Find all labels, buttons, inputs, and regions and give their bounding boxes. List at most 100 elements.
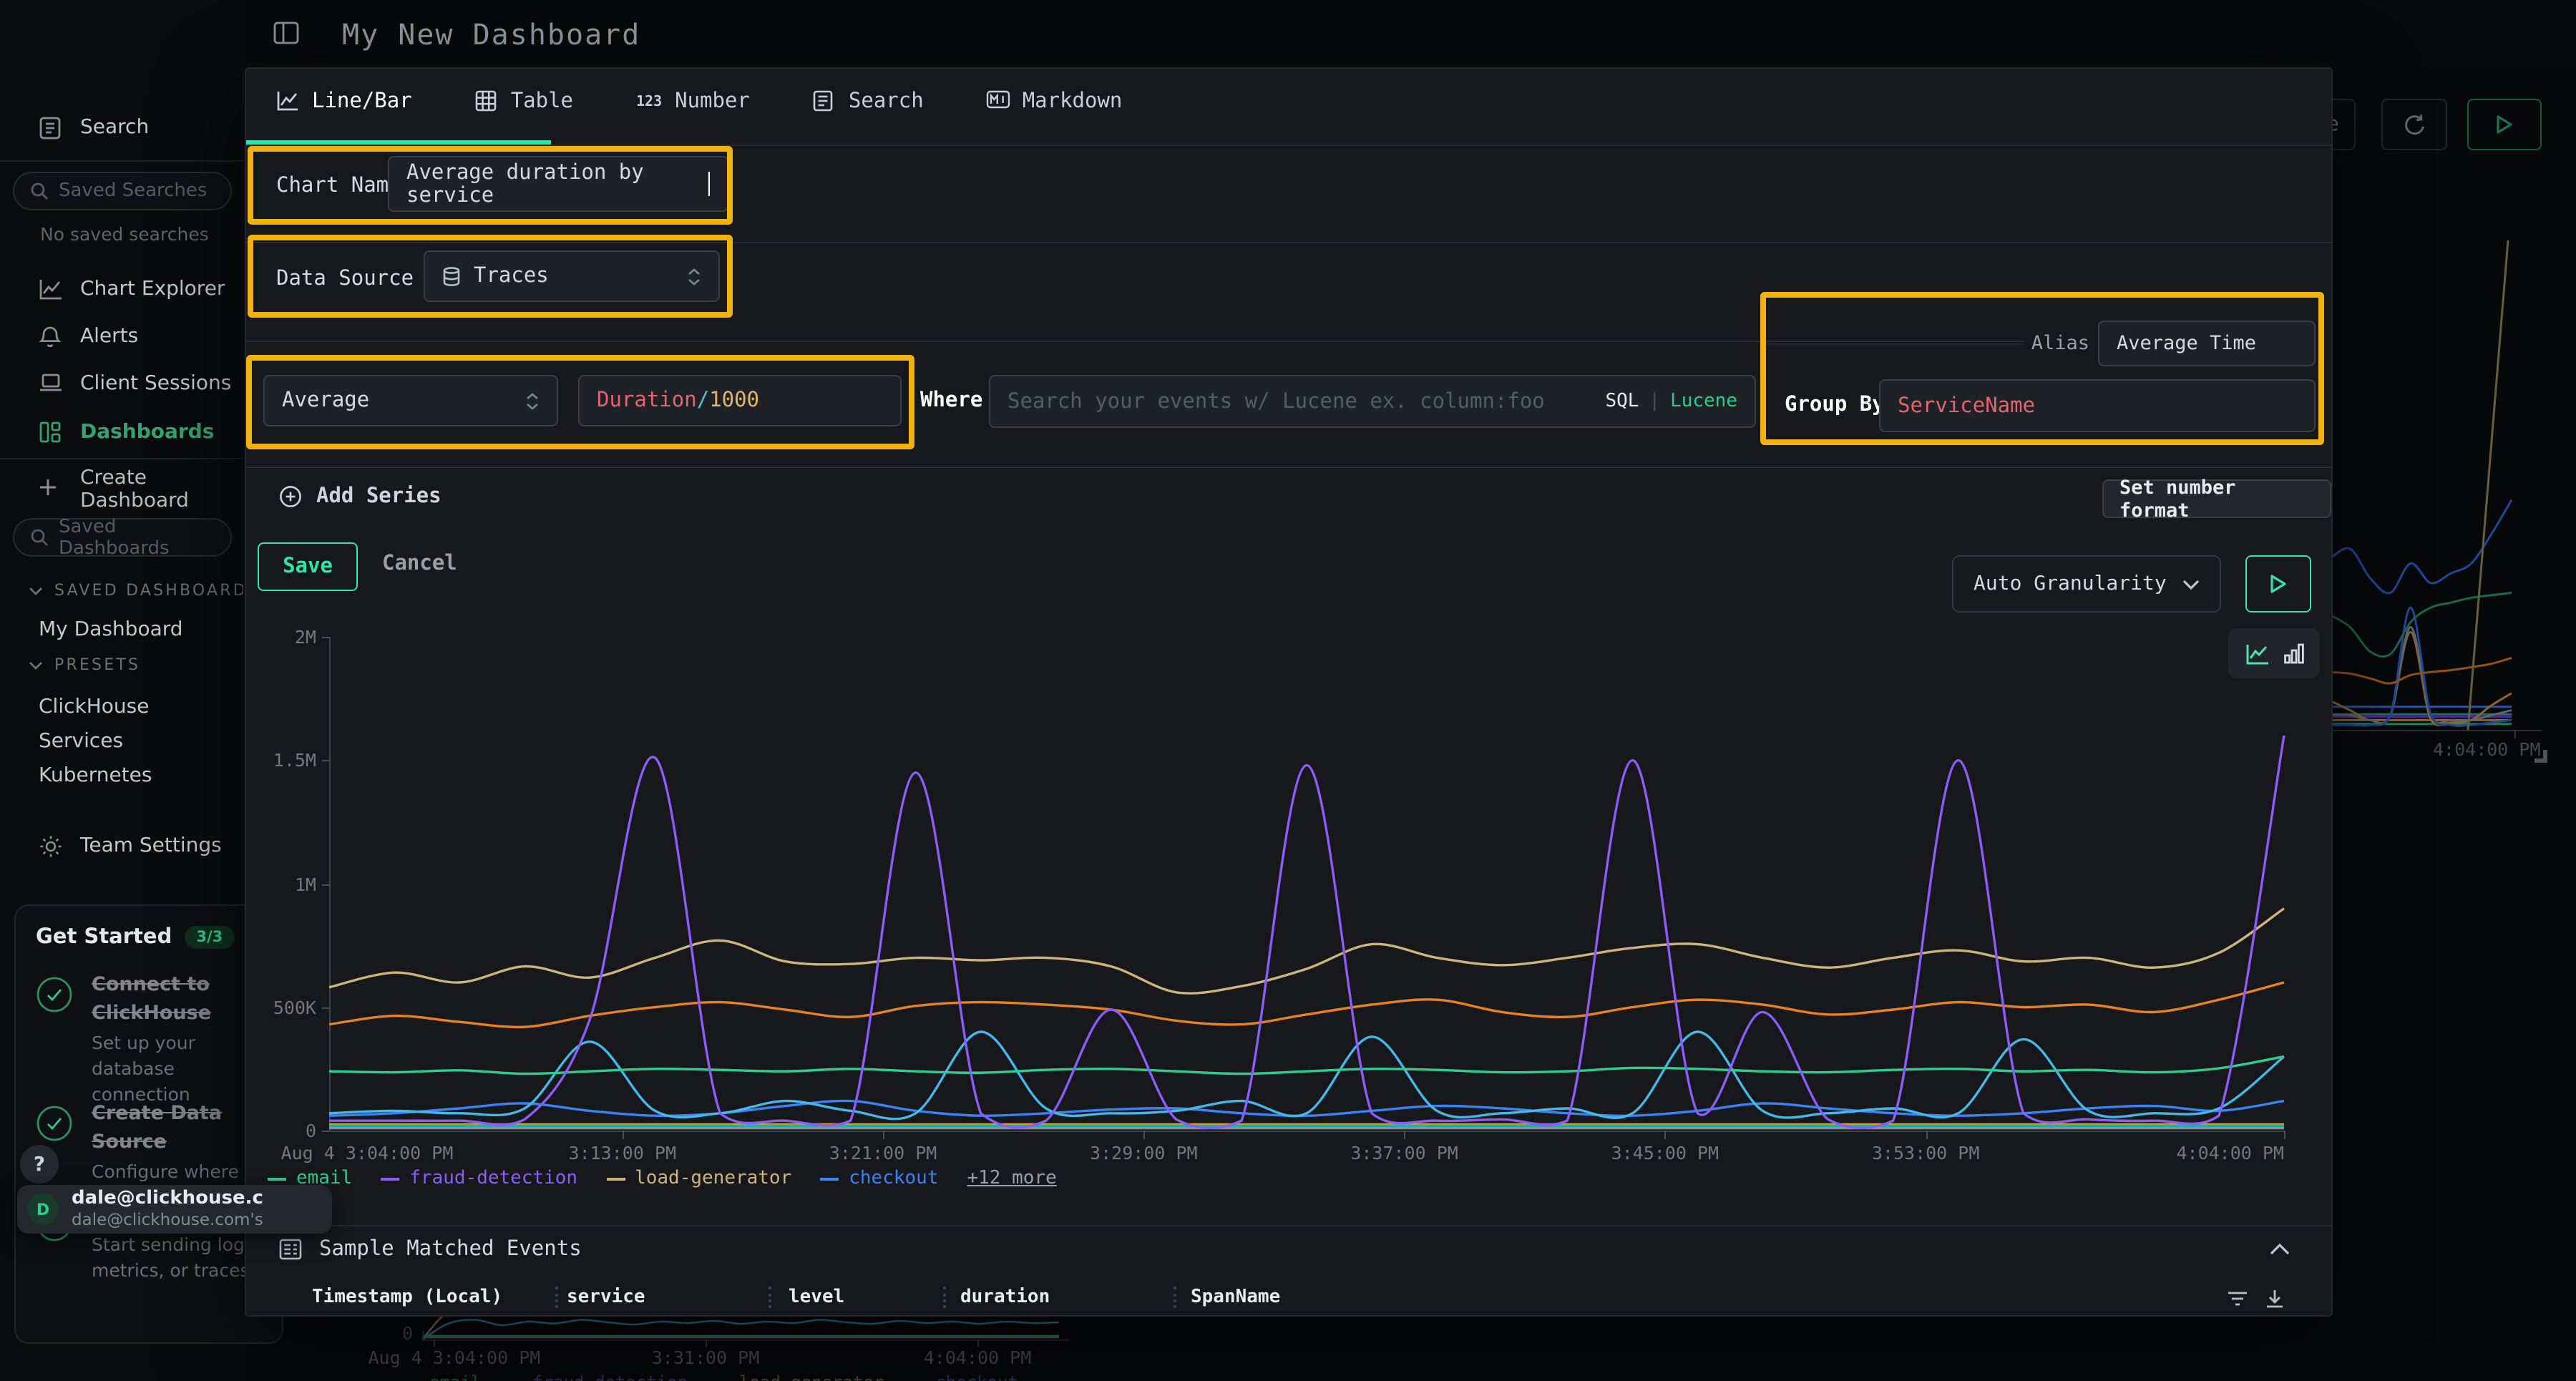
- sidebar-item-client-sessions[interactable]: Client Sessions: [0, 362, 246, 405]
- bg-bottom-x-label: 3:31:00 PM: [652, 1347, 760, 1368]
- sample-matched-events-header[interactable]: Sample Matched Events: [279, 1238, 582, 1261]
- magnifier-icon: [30, 182, 49, 200]
- x-tick-label: 3:37:00 PM: [1350, 1142, 1458, 1163]
- tab-line-bar[interactable]: Line/Bar: [276, 90, 412, 113]
- lucene-mode-toggle[interactable]: Lucene: [1670, 391, 1737, 412]
- saved-searches-input[interactable]: Saved Searches: [13, 172, 232, 210]
- download-icon[interactable]: [2264, 1288, 2285, 1309]
- tab-markdown[interactable]: Markdown: [987, 90, 1123, 113]
- legend-item-load-generator[interactable]: load-generator: [606, 1168, 791, 1189]
- circle-plus-icon: [279, 485, 302, 508]
- laptop-icon: [39, 371, 63, 396]
- run-query-button-background[interactable]: [2467, 99, 2542, 150]
- column-header-duration[interactable]: duration: [960, 1287, 1050, 1308]
- search-doc-icon: [813, 90, 836, 113]
- bg-bottom-x-label: 4:04:00 PM: [924, 1347, 1032, 1368]
- column-header-level[interactable]: level: [789, 1287, 844, 1308]
- legend-more-link[interactable]: +12 more: [967, 1168, 1057, 1189]
- run-chart-button[interactable]: [2245, 555, 2311, 613]
- filter-columns-icon[interactable]: [2227, 1288, 2248, 1309]
- column-header-timestamp[interactable]: Timestamp (Local): [312, 1287, 502, 1308]
- field-formula-input[interactable]: Duration / 1000: [578, 375, 902, 426]
- sidebar-item-my-dashboard[interactable]: My Dashboard: [39, 618, 183, 641]
- plus-icon: [39, 477, 63, 502]
- add-series-button[interactable]: Add Series: [279, 485, 441, 508]
- x-tick-label: 3:45:00 PM: [1611, 1142, 1719, 1163]
- sidebar-item-alerts[interactable]: Alerts: [0, 315, 246, 358]
- main-chart[interactable]: [329, 637, 2284, 1131]
- refresh-button[interactable]: [2381, 99, 2447, 150]
- set-number-format-button[interactable]: Set number format: [2102, 479, 2331, 518]
- search-logs-icon: [39, 115, 63, 140]
- column-header-service[interactable]: service: [567, 1287, 645, 1308]
- check-circle-icon: [36, 1105, 73, 1142]
- chart-legend: email fraud-detection load-generator che…: [268, 1168, 1057, 1189]
- chevron-down-icon: [29, 660, 43, 669]
- sidebar-item-search[interactable]: Search: [0, 106, 246, 149]
- saved-dashboards-input[interactable]: Saved Dashboards: [13, 518, 232, 557]
- table-icon: [475, 90, 498, 113]
- bg-right-x-label: 4:04:00 PM: [2433, 738, 2541, 760]
- sidebar-item-kubernetes[interactable]: Kubernetes: [39, 764, 152, 787]
- data-source-select[interactable]: Traces: [424, 250, 720, 302]
- get-started-item[interactable]: Connect to ClickHouse Set up your databa…: [36, 972, 265, 1108]
- text-caret: [708, 172, 710, 196]
- chart-name-input[interactable]: Average duration by service: [388, 156, 728, 212]
- sidebar-item-services[interactable]: Services: [39, 730, 123, 753]
- sidebar-item-dashboards[interactable]: Dashboards: [0, 411, 246, 454]
- avatar: D: [27, 1194, 59, 1225]
- 123-icon: 123: [636, 94, 662, 109]
- bg-bottom-zero: 0: [402, 1322, 413, 1344]
- top-bar: HyperDX My New Dashboard: [0, 0, 2576, 69]
- play-icon: [2270, 574, 2287, 594]
- y-tick-label: 500K: [250, 997, 316, 1018]
- user-menu[interactable]: D dale@clickhouse.c dale@clickhouse.com'…: [17, 1185, 332, 1234]
- get-started-badge: 3/3: [185, 926, 234, 949]
- column-header-spanname[interactable]: SpanName: [1191, 1287, 1280, 1308]
- group-by-input[interactable]: ServiceName: [1879, 379, 2316, 432]
- get-started-title: Get Started: [36, 926, 172, 949]
- legend-item-fraud-detection[interactable]: fraud-detection: [381, 1168, 577, 1189]
- y-tick-label: 0: [250, 1120, 316, 1141]
- tab-number[interactable]: 123 Number: [636, 90, 750, 113]
- sidebar-collapse-icon[interactable]: [273, 21, 299, 44]
- chart-explorer-icon: [39, 277, 63, 301]
- saved-dashboards-section[interactable]: SAVED DASHBOARDS: [29, 581, 243, 600]
- sql-mode-toggle[interactable]: SQL: [1605, 391, 1639, 412]
- x-tick-label: 4:04:00 PM: [2176, 1142, 2284, 1163]
- create-dashboard-button[interactable]: Create Dashboard: [0, 468, 246, 511]
- sidebar-item-chart-explorer[interactable]: Chart Explorer: [0, 268, 246, 311]
- where-search-input[interactable]: Search your events w/ Lucene ex. column:…: [989, 375, 1756, 428]
- tile-resize-handle[interactable]: [2534, 750, 2547, 763]
- group-by-label: Group By: [1785, 394, 1885, 416]
- alias-input[interactable]: Average Time: [2098, 321, 2316, 366]
- aggregation-select[interactable]: Average: [263, 375, 558, 426]
- bg-bottom-legend: email fraud-detection load-generator che…: [401, 1372, 1018, 1381]
- presets-section[interactable]: PRESETS: [29, 655, 243, 674]
- x-tick-label: 3:13:00 PM: [569, 1142, 677, 1163]
- magnifier-icon: [30, 528, 49, 547]
- legend-item-checkout[interactable]: checkout: [820, 1168, 938, 1189]
- tab-table[interactable]: Table: [475, 90, 573, 113]
- chevron-up-icon[interactable]: [2270, 1242, 2290, 1255]
- save-button[interactable]: Save: [258, 542, 358, 591]
- select-updown-icon: [525, 391, 540, 410]
- sidebar-item-team-settings[interactable]: Team Settings: [0, 824, 246, 867]
- cancel-button[interactable]: Cancel: [382, 552, 457, 575]
- y-tick-label: 1.5M: [250, 750, 316, 771]
- tab-search[interactable]: Search: [813, 90, 924, 113]
- x-tick-label: Aug 4 3:04:00 PM: [281, 1142, 454, 1163]
- select-updown-icon: [687, 267, 701, 286]
- chevron-down-icon: [2182, 579, 2200, 589]
- sidebar-item-clickhouse[interactable]: ClickHouse: [39, 696, 149, 718]
- bar-chart-toggle-icon[interactable]: [2283, 643, 2303, 664]
- line-chart-icon: [276, 90, 299, 113]
- list-icon: [279, 1238, 302, 1261]
- help-button[interactable]: ?: [20, 1145, 59, 1184]
- page-title: My New Dashboard: [342, 17, 640, 52]
- granularity-select[interactable]: Auto Granularity: [1952, 555, 2221, 613]
- check-circle-icon: [36, 976, 73, 1013]
- chart-name-label: Chart Name: [276, 175, 401, 197]
- x-tick-label: 3:53:00 PM: [1872, 1142, 1980, 1163]
- bell-icon: [39, 324, 63, 348]
